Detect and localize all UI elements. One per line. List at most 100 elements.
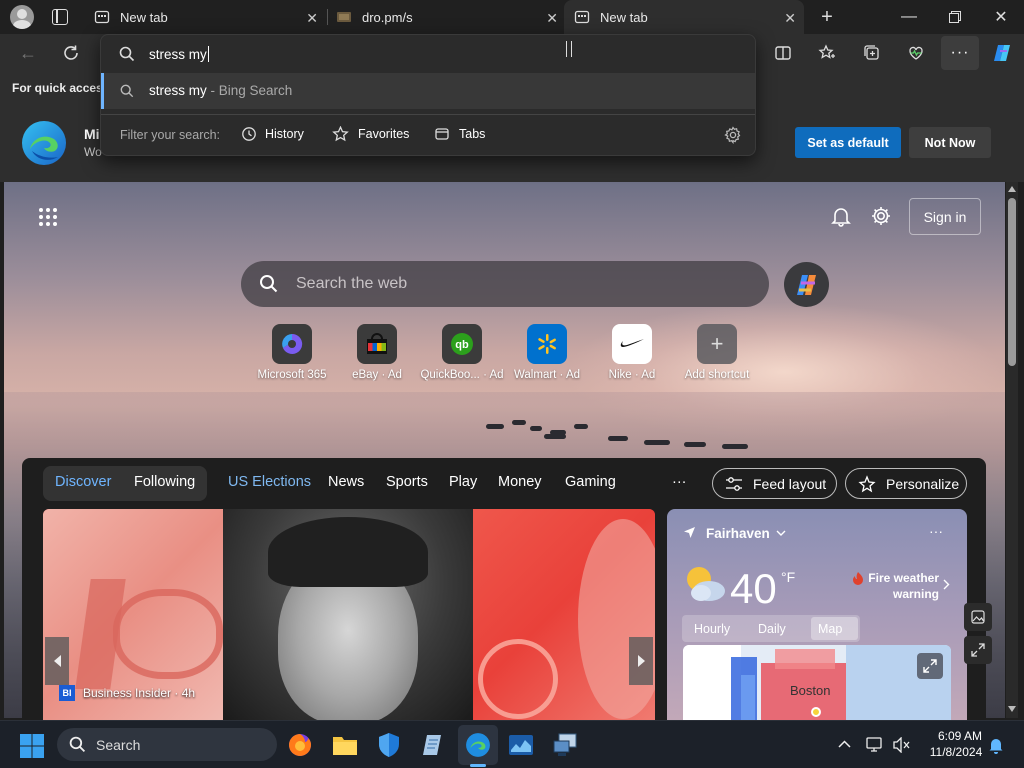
- close-tab-icon[interactable]: ✕: [546, 10, 558, 27]
- filter-tabs-label: Tabs: [459, 127, 486, 141]
- stocks-taskbar-icon[interactable]: [506, 730, 536, 760]
- start-button[interactable]: [17, 731, 47, 761]
- edge-taskbar-icon[interactable]: [463, 730, 493, 760]
- favorites-button[interactable]: [810, 36, 844, 70]
- scroll-up-arrow-icon[interactable]: [1008, 186, 1016, 192]
- expand-icon: [971, 643, 985, 657]
- clock-date[interactable]: 11/8/2024: [925, 745, 987, 759]
- weather-tab-map-label: Map: [818, 622, 843, 636]
- shortcut-walmart[interactable]: Walmart · Ad: [502, 324, 592, 381]
- address-input-text: stress my: [149, 46, 207, 62]
- tab-new-tab-1[interactable]: New tab ✕: [84, 0, 326, 34]
- expand-map-icon[interactable]: [917, 653, 943, 679]
- close-tab-icon[interactable]: ✕: [306, 10, 318, 27]
- personalize-button[interactable]: Personalize: [845, 468, 967, 499]
- filter-history-button[interactable]: History: [241, 126, 304, 142]
- carousel-next-button[interactable]: [629, 637, 653, 685]
- sign-in-button[interactable]: Sign in: [909, 198, 981, 235]
- weather-tab-hourly[interactable]: Hourly: [694, 622, 730, 636]
- page-settings-gear-icon[interactable]: [870, 205, 892, 227]
- stone: [608, 436, 628, 441]
- firefox-taskbar-icon[interactable]: [285, 730, 315, 760]
- feed-layout-button[interactable]: Feed layout: [712, 468, 837, 499]
- fullscreen-button[interactable]: [964, 636, 992, 664]
- gear-icon[interactable]: [724, 126, 742, 144]
- taskbar-search-box[interactable]: Search: [57, 728, 277, 761]
- weather-tab-daily[interactable]: Daily: [758, 622, 786, 636]
- shortcut-quickbooks[interactable]: qb QuickBoo... · Ad: [417, 324, 507, 381]
- weather-location[interactable]: Fairhaven: [706, 526, 770, 541]
- remote-desktop-taskbar-icon[interactable]: [550, 730, 580, 760]
- shortcut-nike[interactable]: Nike · Ad: [587, 324, 677, 381]
- wallpaper-button[interactable]: [964, 603, 992, 631]
- volume-muted-icon[interactable]: [893, 737, 911, 753]
- stone: [644, 440, 670, 445]
- hero-article-card[interactable]: BI Business Insider · 4h: [43, 509, 655, 720]
- feed-tab-following[interactable]: Following: [134, 474, 195, 490]
- feed-tab-sports[interactable]: Sports: [386, 474, 428, 490]
- taskbar-search-label: Search: [96, 736, 141, 753]
- feed-tab-us-elections[interactable]: US Elections: [228, 474, 311, 490]
- split-screen-button[interactable]: [766, 36, 800, 70]
- back-button[interactable]: ←: [11, 36, 45, 70]
- new-tab-button[interactable]: +: [814, 4, 840, 30]
- page-scrollbar[interactable]: [1006, 182, 1018, 718]
- add-shortcut-button[interactable]: + Add shortcut: [672, 324, 762, 381]
- tab-new-tab-active[interactable]: New tab ✕: [564, 0, 804, 34]
- shortcut-label: QuickBoo... · Ad: [420, 369, 504, 381]
- stone: [512, 420, 526, 425]
- feed-more-button[interactable]: ···: [672, 474, 687, 490]
- network-icon[interactable]: [866, 737, 884, 753]
- scroll-down-arrow-icon[interactable]: [1008, 706, 1016, 712]
- settings-more-button[interactable]: ···: [941, 36, 979, 70]
- clock-time[interactable]: 6:09 AM: [935, 729, 985, 743]
- not-now-button[interactable]: Not Now: [909, 127, 991, 158]
- chevron-down-icon: [776, 530, 786, 536]
- weather-card[interactable]: Fairhaven ··· 40 °F Fire weather warning…: [667, 509, 967, 720]
- profile-avatar[interactable]: [10, 5, 34, 29]
- address-input[interactable]: stress my: [149, 43, 209, 65]
- copilot-search-button[interactable]: [784, 262, 829, 307]
- shortcut-microsoft-365[interactable]: Microsoft 365: [247, 324, 337, 381]
- shortcut-ebay[interactable]: eBay · Ad: [332, 324, 422, 381]
- carousel-prev-button[interactable]: [45, 637, 69, 685]
- weather-more-button[interactable]: ···: [929, 523, 943, 539]
- close-tab-icon[interactable]: ✕: [784, 10, 796, 27]
- browser-essentials-button[interactable]: [899, 36, 933, 70]
- feed-layout-label: Feed layout: [753, 475, 827, 492]
- stone: [684, 442, 706, 447]
- search-icon: [119, 46, 135, 62]
- filter-tabs-button[interactable]: Tabs: [434, 126, 485, 142]
- file-explorer-taskbar-icon[interactable]: [330, 730, 360, 760]
- filter-favorites-button[interactable]: Favorites: [332, 126, 409, 142]
- weather-map[interactable]: Boston: [683, 645, 951, 720]
- feed-tab-gaming[interactable]: Gaming: [565, 474, 616, 490]
- close-window-button[interactable]: ✕: [978, 0, 1024, 34]
- chevron-up-icon[interactable]: [838, 740, 851, 748]
- tab-actions-icon[interactable]: [52, 9, 68, 25]
- notifications-bell-icon[interactable]: [830, 205, 852, 227]
- feed-tab-news[interactable]: News: [328, 474, 364, 490]
- feed-tab-play[interactable]: Play: [449, 474, 477, 490]
- apps-launcher-icon[interactable]: [38, 207, 58, 227]
- set-as-default-button[interactable]: Set as default: [795, 127, 901, 158]
- scrollbar-thumb[interactable]: [1008, 198, 1016, 366]
- suggestion-item[interactable]: stress my - Bing Search: [101, 73, 755, 109]
- tab-dro-pm[interactable]: dro.pm/s ✕: [326, 0, 566, 34]
- dropdown-divider: [101, 114, 755, 115]
- feed-tab-money[interactable]: Money: [498, 474, 542, 490]
- copilot-button[interactable]: [985, 36, 1019, 70]
- refresh-button[interactable]: [54, 36, 88, 70]
- tab-strip: New tab ✕ dro.pm/s ✕ New tab ✕ + — ✕: [0, 0, 1024, 34]
- web-search-box[interactable]: Search the web: [241, 261, 769, 307]
- minimize-button[interactable]: —: [886, 0, 932, 34]
- notification-bell-icon[interactable]: [988, 736, 1004, 754]
- search-placeholder: Search the web: [296, 275, 408, 292]
- restore-button[interactable]: [932, 0, 978, 34]
- defender-taskbar-icon[interactable]: [374, 730, 404, 760]
- feed-tab-discover[interactable]: Discover: [55, 474, 111, 490]
- weather-alert[interactable]: Fire weather warning: [863, 570, 939, 602]
- collections-button[interactable]: [855, 36, 889, 70]
- notepad-taskbar-icon[interactable]: [418, 730, 448, 760]
- chevron-right-icon: [943, 579, 950, 590]
